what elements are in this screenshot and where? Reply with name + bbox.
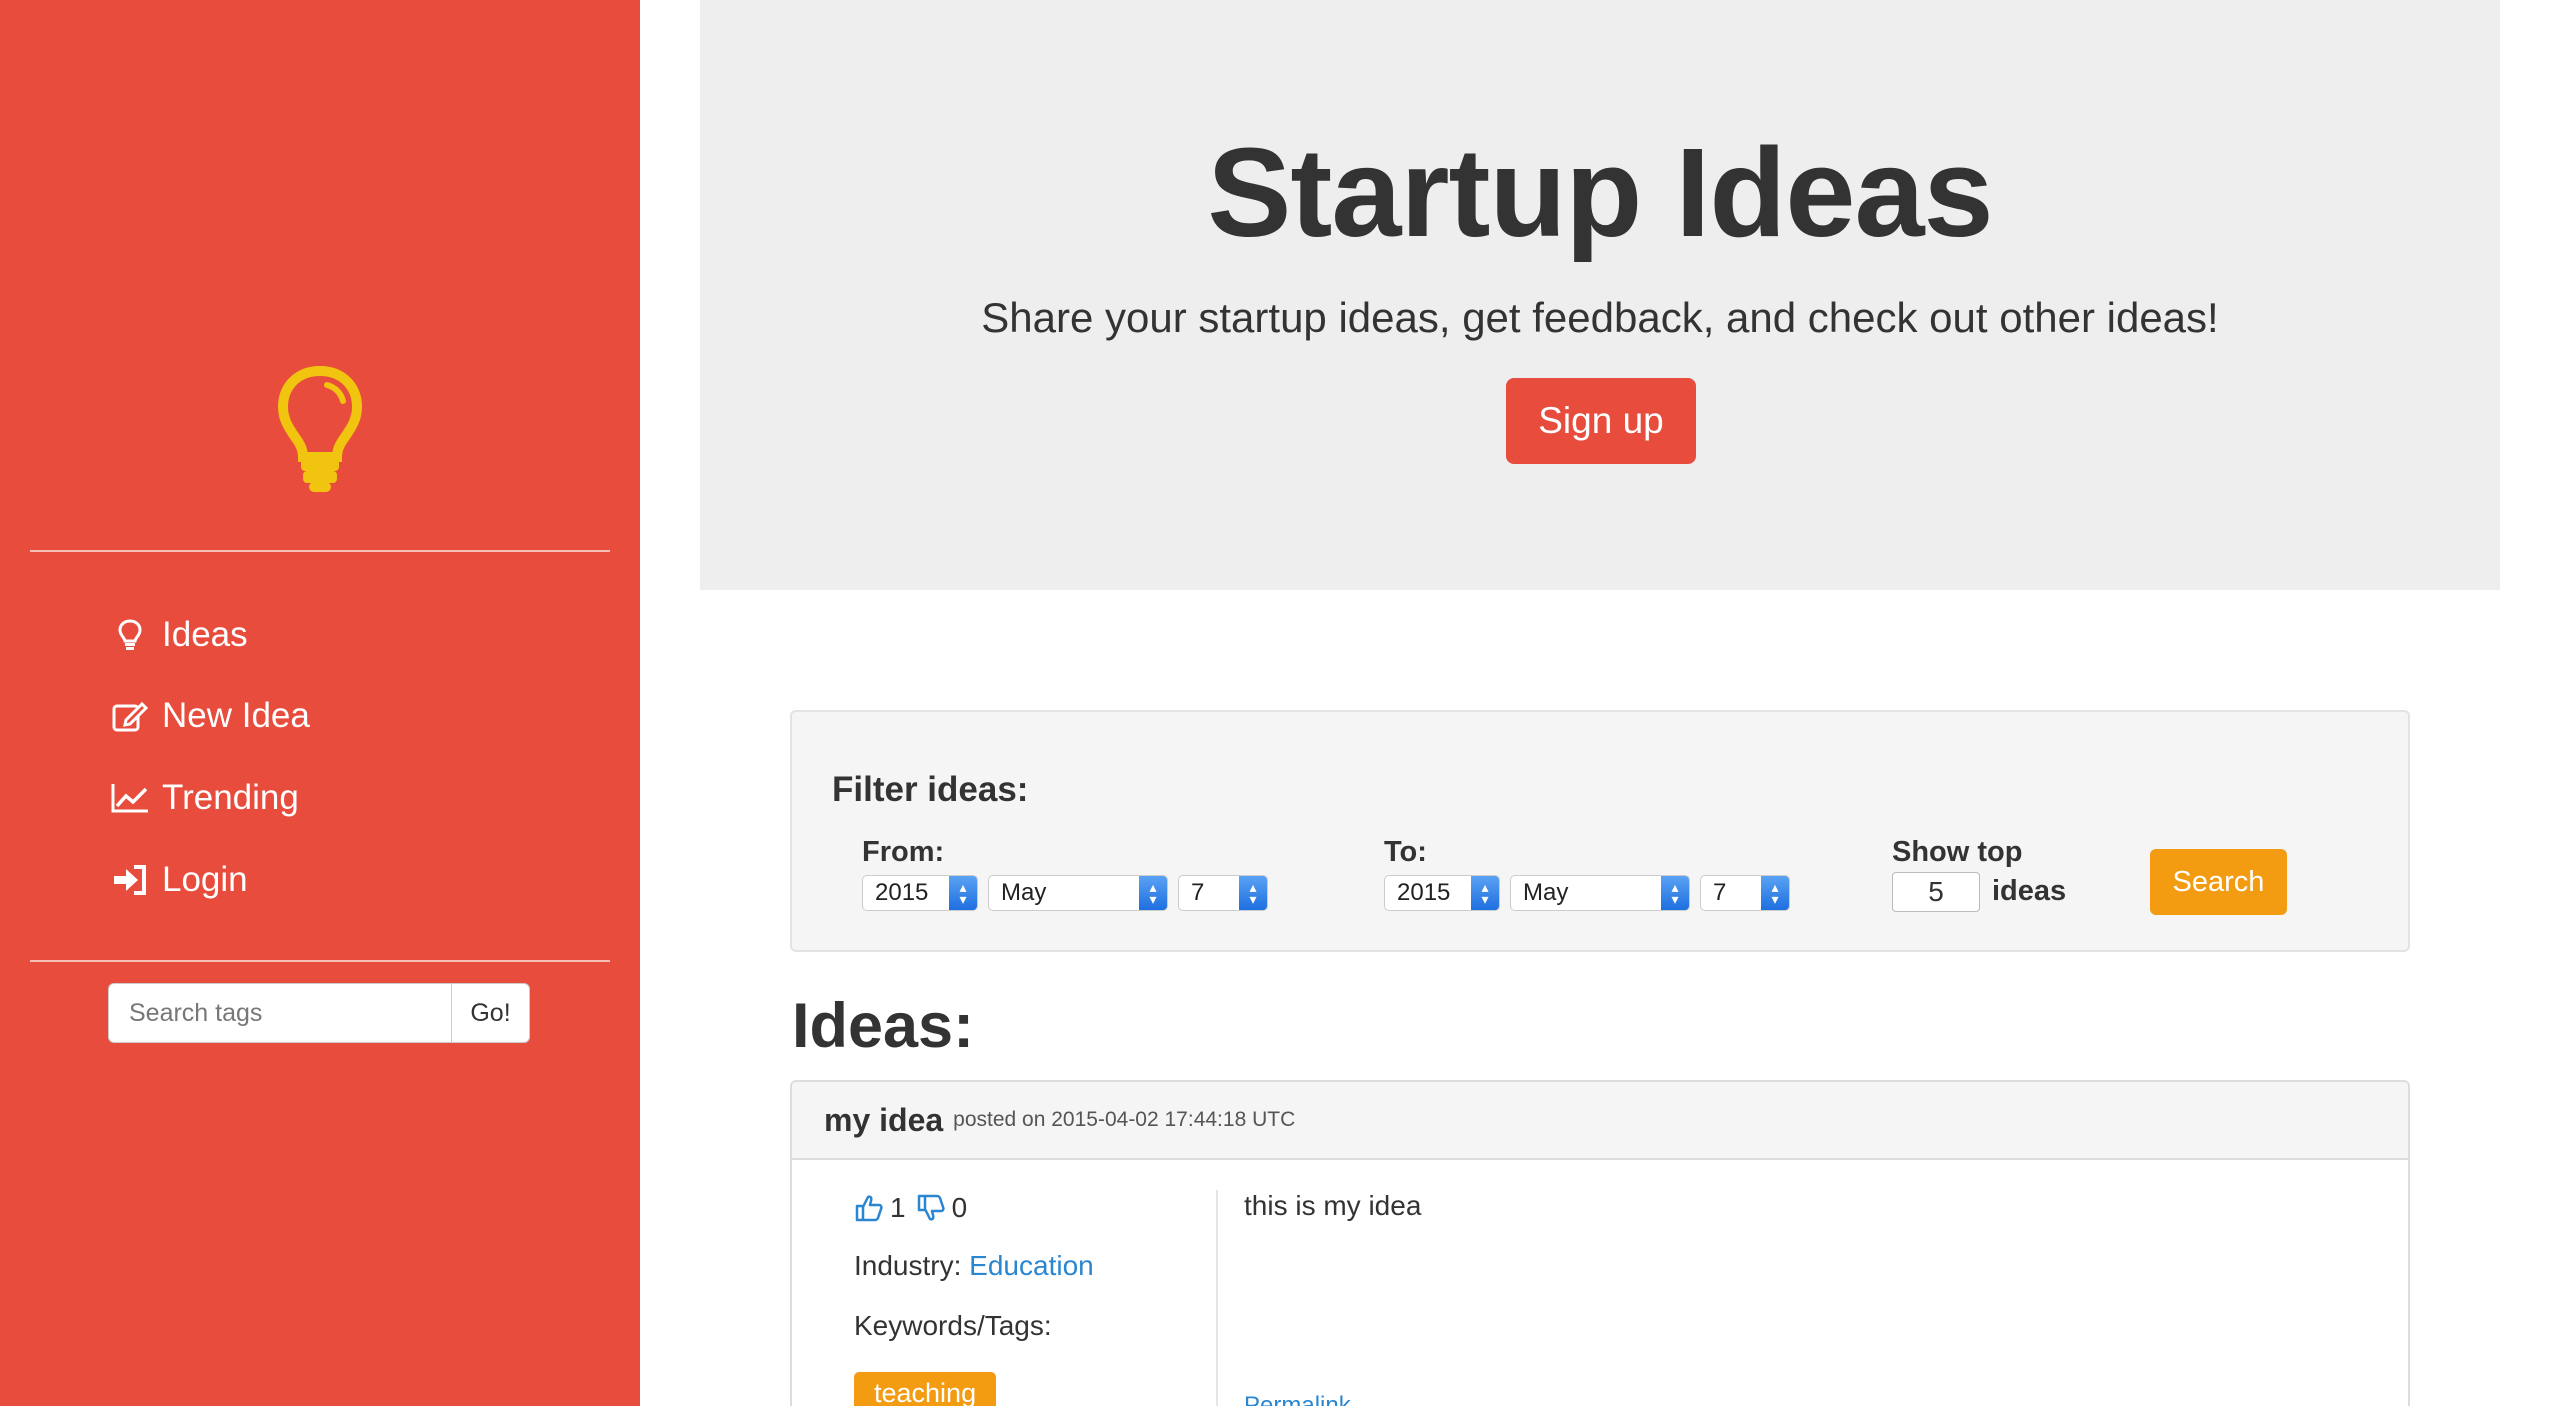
sidebar: Ideas New Idea Trending Login Go! (0, 0, 640, 1406)
permalink-link[interactable]: Permalink (1244, 1392, 1351, 1406)
idea-card: my idea posted on 2015-04-02 17:44:18 UT… (790, 1080, 2410, 1406)
page-title: Startup Ideas (1207, 122, 1993, 263)
lightbulb-outline-icon (108, 615, 152, 655)
downvote-count: 0 (951, 1192, 968, 1223)
thumbs-up-icon[interactable] (854, 1193, 884, 1223)
tag-badge[interactable]: teaching (854, 1372, 997, 1406)
sidebar-item-label: Ideas (162, 615, 248, 654)
selected-value: 2015 (1397, 879, 1451, 906)
ideas-unit-label: ideas (1992, 875, 2067, 907)
sidebar-item-label: Trending (162, 778, 299, 817)
show-top-label: Show top (1892, 836, 2023, 868)
idea-posted-date: posted on 2015-04-02 17:44:18 UTC (953, 1108, 1296, 1131)
selected-value: 2015 (875, 879, 929, 906)
filter-title: Filter ideas: (832, 770, 1029, 809)
go-button[interactable]: Go! (452, 983, 530, 1043)
idea-title: my idea (824, 1101, 944, 1138)
to-month-select[interactable]: May ▴ ▾ (1510, 875, 1690, 911)
to-label: To: (1384, 836, 1427, 868)
sign-in-icon (108, 860, 152, 900)
sidebar-item-trending[interactable]: Trending (108, 768, 299, 828)
to-day-select[interactable]: 7 ▴ ▾ (1700, 875, 1790, 911)
column-divider (1216, 1190, 1218, 1406)
sign-up-button[interactable]: Sign up (1506, 378, 1696, 464)
sidebar-divider (30, 550, 610, 552)
from-label: From: (862, 836, 945, 868)
search-tags-input[interactable] (108, 983, 452, 1043)
lightbulb-icon[interactable] (275, 365, 365, 495)
industry-link[interactable]: Education (969, 1250, 1094, 1281)
line-chart-icon (108, 778, 152, 818)
to-year-select[interactable]: 2015 ▴ ▾ (1384, 875, 1500, 911)
select-arrows-icon: ▴ ▾ (1661, 876, 1689, 910)
keywords-label: Keywords/Tags: (854, 1310, 1052, 1341)
search-button[interactable]: Search (2150, 849, 2287, 915)
top-count-input[interactable] (1892, 872, 1980, 912)
select-arrows-icon: ▴ ▾ (1139, 876, 1167, 910)
idea-description: this is my idea (1244, 1190, 1422, 1221)
selected-value: May (1523, 879, 1569, 906)
edit-icon (108, 696, 152, 736)
selected-value: 7 (1713, 879, 1727, 906)
ideas-heading: Ideas: (792, 991, 975, 1061)
sidebar-item-label: New Idea (162, 696, 310, 735)
sidebar-item-login[interactable]: Login (108, 850, 248, 910)
sidebar-item-new-idea[interactable]: New Idea (108, 686, 310, 746)
select-arrows-icon: ▴ ▾ (1761, 876, 1789, 910)
thumbs-down-icon[interactable] (916, 1193, 946, 1223)
select-arrows-icon: ▴ ▾ (1471, 876, 1499, 910)
sidebar-item-ideas[interactable]: Ideas (108, 605, 248, 665)
sidebar-item-label: Login (162, 860, 248, 899)
from-day-select[interactable]: 7 ▴ ▾ (1178, 875, 1268, 911)
tag-search-form: Go! (108, 983, 530, 1043)
from-year-select[interactable]: 2015 ▴ ▾ (862, 875, 978, 911)
vote-controls: 1 0 (854, 1192, 967, 1224)
hero-subtitle: Share your startup ideas, get feedback, … (981, 294, 2219, 341)
select-arrows-icon: ▴ ▾ (1239, 876, 1267, 910)
select-arrows-icon: ▴ ▾ (949, 876, 977, 910)
selected-value: May (1001, 879, 1047, 906)
sidebar-divider (30, 960, 610, 962)
industry-label: Industry: (854, 1250, 962, 1281)
from-month-select[interactable]: May ▴ ▾ (988, 875, 1168, 911)
upvote-count: 1 (890, 1192, 906, 1223)
selected-value: 7 (1191, 879, 1205, 906)
industry-row: Industry: Education (854, 1250, 1094, 1282)
hero-banner: Startup Ideas Share your startup ideas, … (700, 0, 2500, 590)
filter-panel: Filter ideas: From: 2015 ▴ ▾ May ▴ ▾ 7 ▴ ▾ … (790, 710, 2410, 952)
idea-card-header: my idea posted on 2015-04-02 17:44:18 UT… (792, 1082, 2408, 1160)
